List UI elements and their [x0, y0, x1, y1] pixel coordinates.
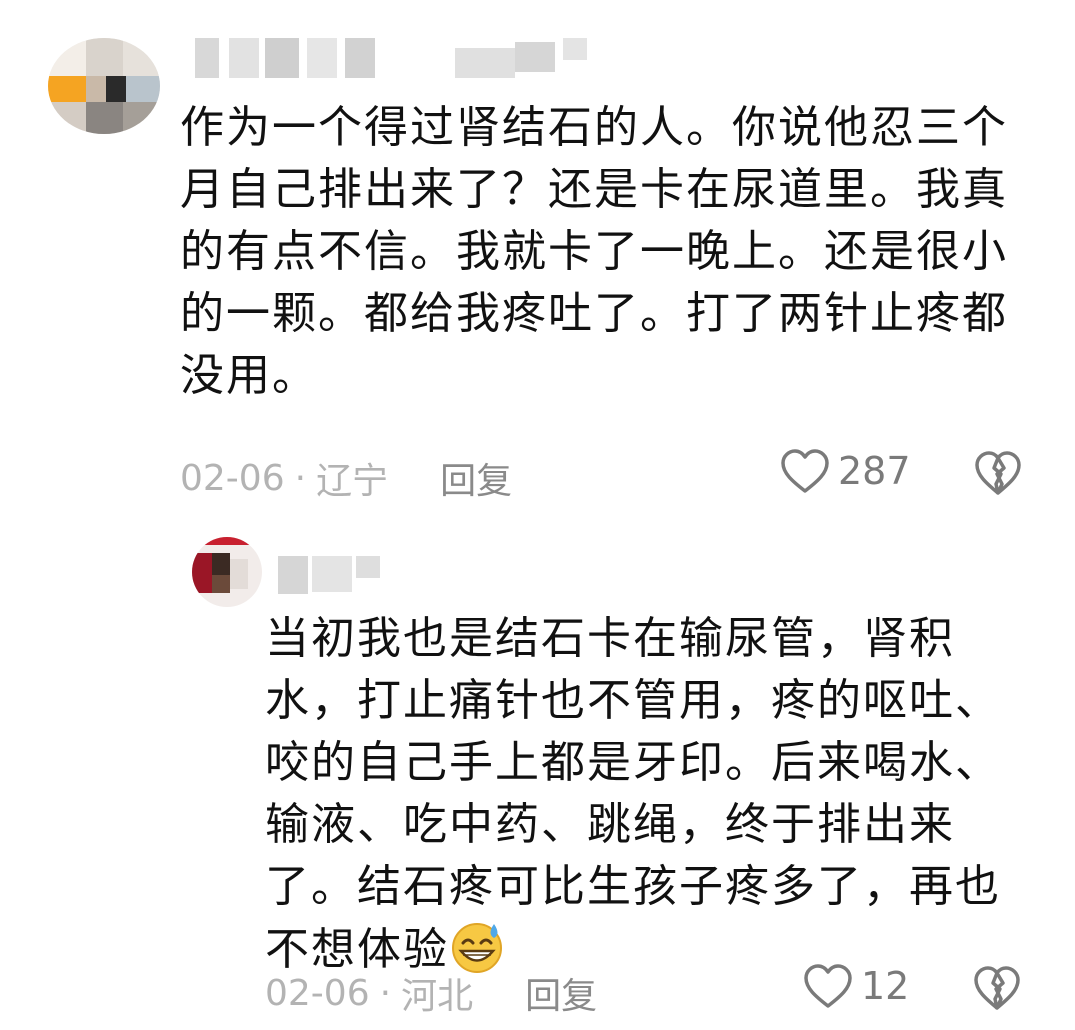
like-button[interactable]: 287 — [780, 448, 911, 494]
reply-text-body: 当初我也是结石卡在输尿管，肾积水，打止痛针也不管用，疼的呕吐、咬的自己手上都是牙… — [265, 613, 1001, 975]
reply-meta: 02-06 · 河北 回复 — [265, 967, 597, 1019]
like-count: 287 — [838, 449, 911, 493]
reply-username[interactable] — [278, 556, 398, 596]
meta-separator: · — [294, 457, 307, 499]
grinning-sweat-emoji — [452, 923, 502, 973]
comment-location: 辽宁 — [316, 461, 389, 502]
comment-date: 02-06 — [180, 457, 285, 499]
avatar[interactable] — [48, 38, 160, 134]
reply-date: 02-06 — [265, 972, 370, 1014]
heart-outline-icon — [804, 964, 852, 1008]
reply-location: 河北 — [401, 976, 474, 1017]
reply-avatar[interactable] — [192, 537, 262, 607]
reply-button[interactable]: 回复 — [525, 967, 597, 1019]
broken-heart-icon[interactable] — [973, 965, 1021, 1011]
reply-text: 当初我也是结石卡在输尿管，肾积水，打止痛针也不管用，疼的呕吐、咬的自己手上都是牙… — [265, 608, 1035, 981]
broken-heart-icon[interactable] — [974, 450, 1022, 496]
heart-outline-icon — [781, 449, 829, 493]
comment-meta: 02-06 · 辽宁 回复 — [180, 452, 512, 504]
reply-button[interactable]: 回复 — [440, 452, 512, 504]
reply-like-button[interactable]: 12 — [803, 963, 909, 1009]
like-count: 12 — [861, 964, 910, 1008]
username[interactable] — [195, 38, 595, 78]
meta-separator: · — [379, 972, 392, 1014]
comment-text: 作为一个得过肾结石的人。你说他忍三个月自己排出来了？还是卡在尿道里。我真的有点不… — [180, 102, 1008, 401]
